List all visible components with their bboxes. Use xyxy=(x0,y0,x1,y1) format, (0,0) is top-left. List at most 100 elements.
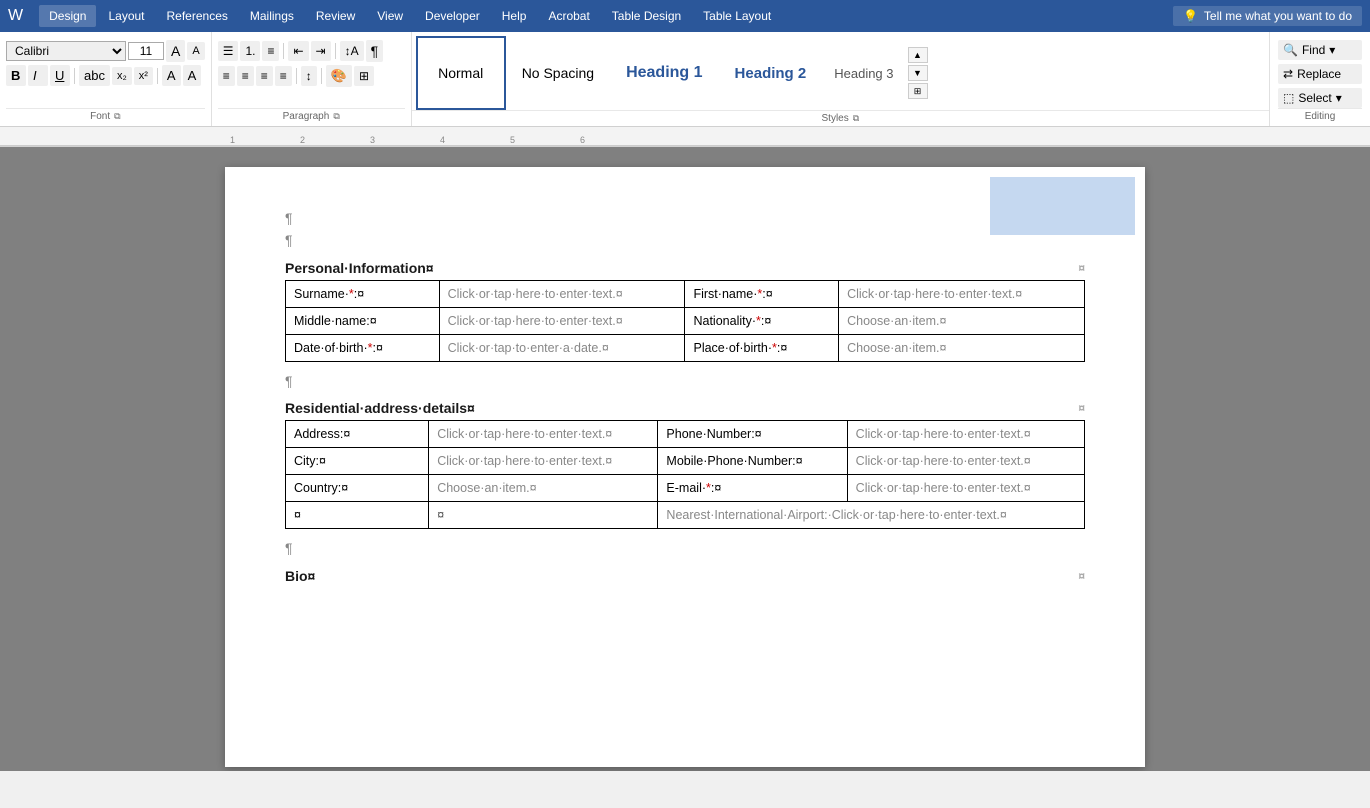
phone-label-cell: Phone·Number:¤ xyxy=(658,421,847,448)
font-expand-icon[interactable]: ⧉ xyxy=(114,111,120,122)
align-left[interactable]: ≡ xyxy=(218,66,235,86)
replace-button[interactable]: ⇄ Replace xyxy=(1278,64,1362,84)
highlight-button[interactable]: A xyxy=(162,65,181,86)
dob-value-cell[interactable]: Click·or·tap·to·enter·a·date.¤ xyxy=(439,334,685,361)
tab-mailings[interactable]: Mailings xyxy=(240,5,304,27)
underline-button[interactable]: U xyxy=(50,65,70,86)
styles-more[interactable]: ⊞ xyxy=(908,83,928,99)
tab-developer[interactable]: Developer xyxy=(415,5,490,27)
tab-acrobat[interactable]: Acrobat xyxy=(538,5,599,27)
para-row-2: ≡ ≡ ≡ ≡ ↕ 🎨 ⊞ xyxy=(218,65,405,87)
bio-title: Bio¤ xyxy=(285,568,315,584)
separator3 xyxy=(283,43,284,59)
firstname-value-cell[interactable]: Click·or·tap·here·to·enter·text.¤ xyxy=(839,280,1085,307)
required-mark3: * xyxy=(756,314,761,328)
select-label: Select xyxy=(1298,91,1331,105)
para-mark-1: ¶ xyxy=(285,207,1085,229)
tab-layout[interactable]: Layout xyxy=(98,5,154,27)
tab-references[interactable]: References xyxy=(157,5,238,27)
increase-indent[interactable]: ⇥ xyxy=(311,41,331,61)
font-group-content: Calibri 11 A A B I U abc x₂ x² A A xyxy=(6,36,205,108)
tab-help[interactable]: Help xyxy=(492,5,537,27)
styles-scroll-down[interactable]: ▼ xyxy=(908,65,928,81)
font-size-decrease[interactable]: A xyxy=(187,42,204,60)
font-size-increase[interactable]: A xyxy=(166,40,185,62)
multilevel-button[interactable]: ≡ xyxy=(262,41,279,61)
nationality-value-cell[interactable]: Choose·an·item.¤ xyxy=(839,307,1085,334)
paragraph-label-text: Paragraph xyxy=(283,111,330,122)
paragraph-group-content: ☰ 1. ≡ ⇤ ⇥ ↕A ¶ ≡ ≡ ≡ ≡ ↕ xyxy=(218,36,405,108)
styles-expand-icon[interactable]: ⧉ xyxy=(853,113,859,124)
residential-section: Residential·address·details¤ ¤ Address:¤… xyxy=(285,400,1085,529)
tell-me-label: Tell me what you want to do xyxy=(1204,9,1352,23)
table-row: Middle·name:¤ Click·or·tap·here·to·enter… xyxy=(286,307,1085,334)
required-mark2: * xyxy=(757,287,762,301)
strikethrough-button[interactable]: abc xyxy=(79,65,110,86)
tab-table-design[interactable]: Table Design xyxy=(602,5,691,27)
tab-design[interactable]: Design xyxy=(39,5,96,27)
para-mark-3: ¶ xyxy=(285,370,1085,392)
city-label-cell: City:¤ xyxy=(286,448,429,475)
separator4 xyxy=(335,43,336,59)
shading[interactable]: 🎨 xyxy=(326,65,352,87)
style-heading1-label: Heading 1 xyxy=(626,64,702,82)
table-row: Surname·*:¤ Click·or·tap·here·to·enter·t… xyxy=(286,280,1085,307)
tell-me-box[interactable]: 💡 Tell me what you want to do xyxy=(1173,6,1362,26)
airport-cell[interactable]: Nearest·International·Airport:·Click·or·… xyxy=(658,502,1085,529)
font-label-text: Font xyxy=(90,111,110,122)
style-heading3-item[interactable]: Heading 3 xyxy=(822,36,905,110)
middlename-value-cell[interactable]: Click·or·tap·here·to·enter·text.¤ xyxy=(439,307,685,334)
styles-group-label: Styles ⧉ xyxy=(412,110,1269,126)
font-color-button[interactable]: A xyxy=(183,65,202,86)
nationality-label-cell: Nationality·*:¤ xyxy=(685,307,839,334)
sort-button[interactable]: ↕A xyxy=(340,41,364,61)
mobile-value-cell[interactable]: Click·or·tap·here·to·enter·text.¤ xyxy=(847,448,1084,475)
surname-value-cell[interactable]: Click·or·tap·here·to·enter·text.¤ xyxy=(439,280,685,307)
tab-review[interactable]: Review xyxy=(306,5,365,27)
phone-value-cell[interactable]: Click·or·tap·here·to·enter·text.¤ xyxy=(847,421,1084,448)
align-center[interactable]: ≡ xyxy=(237,66,254,86)
italic-button[interactable]: I xyxy=(28,65,48,86)
empty-value-cell: ¤ xyxy=(429,502,658,529)
personal-info-section: Personal·Information¤ ¤ Surname·*:¤ Clic… xyxy=(285,260,1085,362)
style-heading1-item[interactable]: Heading 1 xyxy=(610,36,718,110)
borders[interactable]: ⊞ xyxy=(354,66,374,86)
bold-button[interactable]: B xyxy=(6,65,26,86)
style-normal-item[interactable]: Normal xyxy=(416,36,506,110)
tab-table-layout[interactable]: Table Layout xyxy=(693,5,781,27)
address-value-cell[interactable]: Click·or·tap·here·to·enter·text.¤ xyxy=(429,421,658,448)
font-size-select[interactable]: 11 xyxy=(128,42,164,60)
numbering-button[interactable]: 1. xyxy=(240,41,260,61)
decrease-indent[interactable]: ⇤ xyxy=(288,41,308,61)
select-button[interactable]: ⬚ Select ▾ xyxy=(1278,88,1362,108)
paragraph-expand-icon[interactable]: ⧉ xyxy=(333,111,339,122)
style-heading2-label: Heading 2 xyxy=(735,65,807,82)
email-value-cell[interactable]: Click·or·tap·here·to·enter·text.¤ xyxy=(847,475,1084,502)
tab-view[interactable]: View xyxy=(367,5,413,27)
line-spacing[interactable]: ↕ xyxy=(301,66,317,86)
style-no-spacing-item[interactable]: No Spacing xyxy=(506,36,610,110)
show-formatting[interactable]: ¶ xyxy=(366,40,384,62)
align-right[interactable]: ≡ xyxy=(256,66,273,86)
pob-value-cell[interactable]: Choose·an·item.¤ xyxy=(839,334,1085,361)
superscript-button[interactable]: x² xyxy=(134,67,153,85)
separator2 xyxy=(157,68,158,84)
style-heading3-label: Heading 3 xyxy=(834,66,893,81)
document-area: ¶ ¶ Personal·Information¤ ¤ Surname·*:¤ … xyxy=(0,147,1370,771)
highlight-selection xyxy=(990,177,1135,235)
paragraph-group: ☰ 1. ≡ ⇤ ⇥ ↕A ¶ ≡ ≡ ≡ ≡ ↕ xyxy=(212,32,412,126)
required-mark4: * xyxy=(368,341,373,355)
find-button[interactable]: 🔍 Find ▾ xyxy=(1278,40,1362,60)
bullets-button[interactable]: ☰ xyxy=(218,41,239,61)
font-family-select[interactable]: Calibri xyxy=(6,41,126,61)
dob-label-cell: Date·of·birth·*:¤ xyxy=(286,334,440,361)
style-heading2-item[interactable]: Heading 2 xyxy=(719,36,823,110)
justify[interactable]: ≡ xyxy=(275,66,292,86)
subscript-button[interactable]: x₂ xyxy=(112,67,132,85)
styles-scroll-up[interactable]: ▲ xyxy=(908,47,928,63)
style-no-spacing-label: No Spacing xyxy=(522,65,594,81)
country-value-cell[interactable]: Choose·an·item.¤ xyxy=(429,475,658,502)
required-mark6: * xyxy=(706,481,711,495)
style-normal-label: Normal xyxy=(438,65,483,81)
city-value-cell[interactable]: Click·or·tap·here·to·enter·text.¤ xyxy=(429,448,658,475)
